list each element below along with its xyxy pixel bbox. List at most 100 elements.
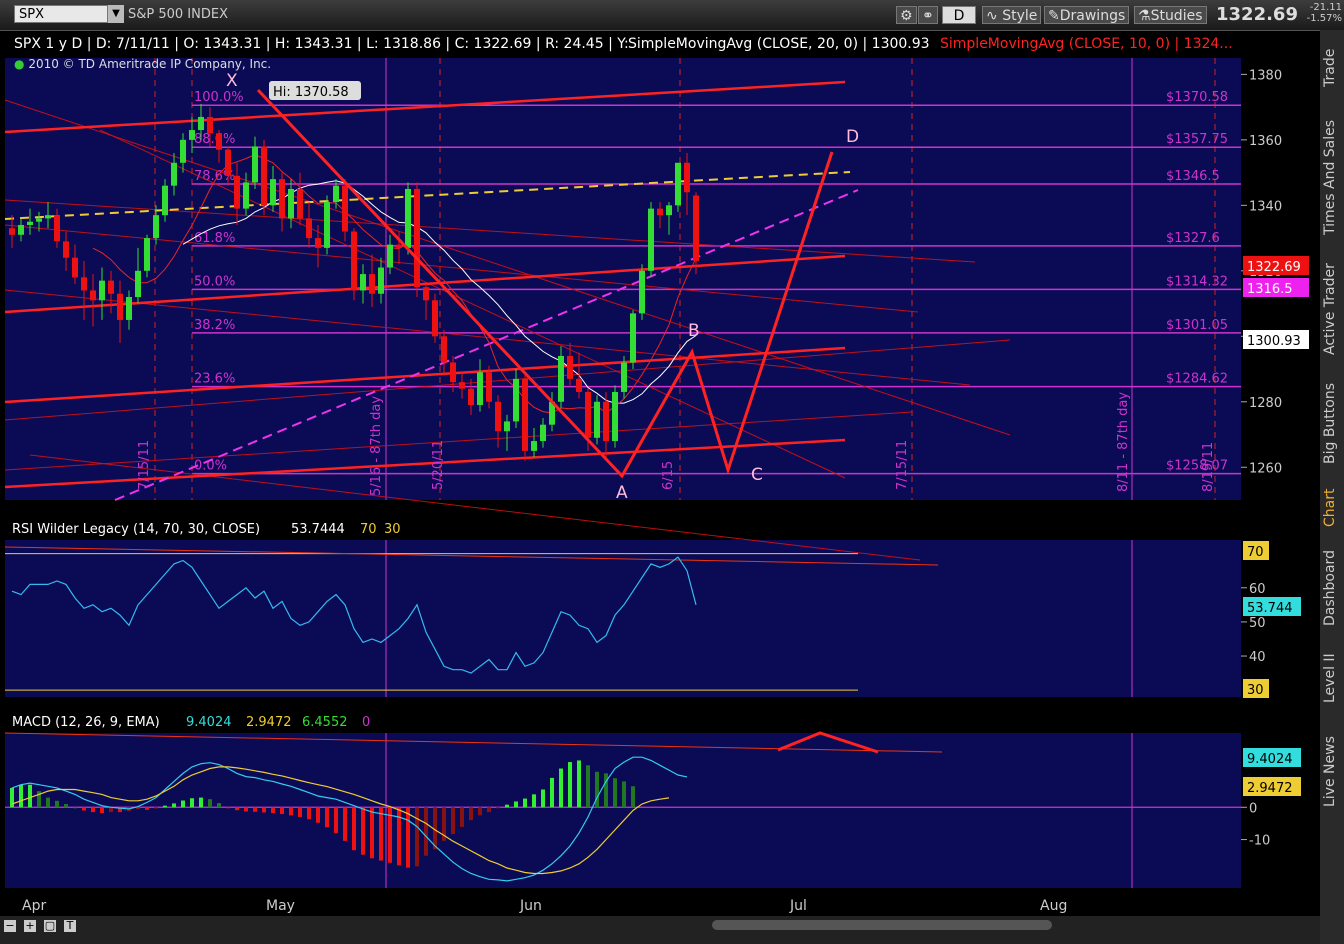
macd-histogram-bar bbox=[469, 807, 473, 821]
macd-histogram-bar bbox=[352, 807, 356, 851]
rsi-os-label: 30 bbox=[384, 522, 401, 537]
candle-body bbox=[108, 280, 114, 294]
candle-body bbox=[486, 372, 492, 402]
candle-body bbox=[99, 280, 105, 301]
style-button[interactable]: ∿ Style bbox=[982, 6, 1042, 24]
rsi-tag-label: 30 bbox=[1247, 683, 1264, 698]
macd-value: 9.4024 bbox=[186, 715, 232, 730]
macd-histogram-bar bbox=[532, 794, 536, 808]
candle-body bbox=[315, 238, 321, 248]
side-tab-dashboard[interactable]: Dashboard bbox=[1322, 548, 1342, 628]
candle-body bbox=[198, 116, 204, 131]
macd-histogram-bar bbox=[496, 807, 500, 809]
drawings-icon: ✎ bbox=[1048, 8, 1060, 24]
price-change: -21.11 -1.57% bbox=[1298, 2, 1342, 24]
candle-body bbox=[153, 215, 159, 239]
candle-body bbox=[360, 274, 366, 291]
sma10-study[interactable]: SimpleMovingAvg (CLOSE, 10, 0) | 1324... bbox=[940, 36, 1233, 52]
candle-body bbox=[162, 185, 168, 216]
side-tab-level-ii[interactable]: Level II bbox=[1322, 632, 1342, 724]
fit-icon[interactable]: ▢ bbox=[44, 920, 56, 932]
macd-histogram-bar bbox=[586, 765, 590, 808]
studies-icon: ⚗ bbox=[1138, 8, 1151, 24]
macd-histogram-bar bbox=[91, 807, 95, 813]
side-tab-chart[interactable]: Chart bbox=[1322, 478, 1342, 538]
candle-body bbox=[540, 424, 546, 442]
fib-pct-label: 100.0% bbox=[194, 90, 244, 105]
zoom-in-icon[interactable]: + bbox=[24, 920, 36, 932]
candle-body bbox=[351, 231, 357, 291]
sma20-study[interactable]: SimpleMovingAvg (CLOSE, 20, 0) | 1300.93 bbox=[628, 36, 930, 52]
macd-histogram-bar bbox=[343, 807, 347, 841]
rsi-tick-label: 50 bbox=[1249, 616, 1266, 631]
candle-body bbox=[432, 300, 438, 337]
panel-3-bg bbox=[5, 733, 1241, 888]
pattern-point-label: D bbox=[846, 127, 859, 147]
fib-price-label: $1357.75 bbox=[1166, 132, 1228, 147]
side-tab-big-buttons[interactable]: Big Buttons bbox=[1322, 375, 1342, 471]
zoom-out-icon[interactable]: − bbox=[4, 920, 16, 932]
macd-histogram-bar bbox=[406, 807, 410, 868]
candle-body bbox=[45, 215, 51, 219]
price-tag-label: 1316.5 bbox=[1247, 282, 1293, 297]
macd-histogram-bar bbox=[460, 807, 464, 827]
rsi-ob-label: 70 bbox=[360, 522, 377, 537]
candle-body bbox=[90, 290, 96, 301]
candle-body bbox=[369, 274, 375, 294]
macd-histogram-bar bbox=[28, 784, 32, 808]
side-tab-active-trader[interactable]: Active Trader bbox=[1322, 250, 1342, 368]
price-tag-label: 1300.93 bbox=[1247, 334, 1301, 349]
macd-histogram-bar bbox=[262, 807, 266, 813]
fib-price-label: $1314.32 bbox=[1166, 274, 1228, 289]
drawings-button[interactable]: ✎Drawings bbox=[1044, 6, 1130, 24]
macd-histogram-bar bbox=[172, 803, 176, 808]
side-tab-trade[interactable]: Trade bbox=[1322, 36, 1342, 100]
text-icon[interactable]: T bbox=[64, 920, 76, 932]
macd-histogram-bar bbox=[541, 789, 545, 808]
candle-body bbox=[81, 277, 87, 291]
macd-histogram-bar bbox=[622, 781, 626, 808]
chart-descriptor: SPX 1 y D bbox=[14, 36, 83, 52]
x-tick-label: Jul bbox=[789, 898, 807, 914]
candle-body bbox=[639, 270, 645, 314]
candle-body bbox=[594, 401, 600, 438]
x-tick-label: May bbox=[266, 898, 295, 914]
symbol-input[interactable]: SPX bbox=[14, 5, 108, 23]
symbol-dropdown-icon[interactable]: ▼ bbox=[108, 5, 124, 23]
macd-histogram-bar bbox=[361, 807, 365, 855]
macd-histogram-bar bbox=[424, 807, 428, 856]
macd-histogram-bar bbox=[217, 803, 221, 808]
macd-histogram-bar bbox=[307, 807, 311, 820]
side-tab-live-news[interactable]: Live News bbox=[1322, 730, 1342, 814]
candle-body bbox=[324, 202, 330, 248]
macd-histogram-bar bbox=[145, 807, 149, 810]
candle-body bbox=[9, 228, 15, 235]
fib-price-label: $1258.07 bbox=[1166, 459, 1228, 474]
studies-button[interactable]: ⚗Studies bbox=[1134, 6, 1207, 24]
timeframe-button[interactable]: D bbox=[942, 6, 976, 24]
candle-body bbox=[585, 391, 591, 438]
macd-histogram-bar bbox=[226, 807, 230, 809]
macd-histogram-bar bbox=[514, 801, 518, 808]
bottom-bar: − + ▢ T bbox=[0, 916, 1320, 944]
horizontal-scrollbar[interactable] bbox=[712, 920, 1052, 930]
fib-pct-label: 50.0% bbox=[194, 274, 235, 289]
link-icon[interactable]: ⚭ bbox=[918, 6, 938, 24]
x-tick-label: Jun bbox=[519, 898, 542, 914]
candle-body bbox=[288, 188, 294, 219]
vertical-date-label: 5/16 - 87th day bbox=[369, 396, 384, 496]
candle-body bbox=[279, 179, 285, 219]
macd-histogram-bar bbox=[577, 760, 581, 808]
candle-body bbox=[225, 149, 231, 176]
fib-price-label: $1284.62 bbox=[1166, 372, 1228, 387]
macd-histogram-bar bbox=[550, 777, 554, 808]
macd-histogram-bar bbox=[280, 807, 284, 815]
sma20-value: 1300.93 bbox=[871, 36, 930, 52]
candle-body bbox=[243, 182, 249, 209]
candle-body bbox=[468, 388, 474, 406]
side-tab-times-and-sales[interactable]: Times And Sales bbox=[1322, 110, 1342, 244]
rsi-title: RSI Wilder Legacy (14, 70, 30, CLOSE) bbox=[12, 522, 260, 537]
copyright: ● 2010 © TD Ameritrade IP Company, Inc. bbox=[14, 57, 271, 71]
macd-histogram-bar bbox=[379, 807, 383, 861]
settings-icon[interactable]: ⚙ bbox=[896, 6, 917, 24]
